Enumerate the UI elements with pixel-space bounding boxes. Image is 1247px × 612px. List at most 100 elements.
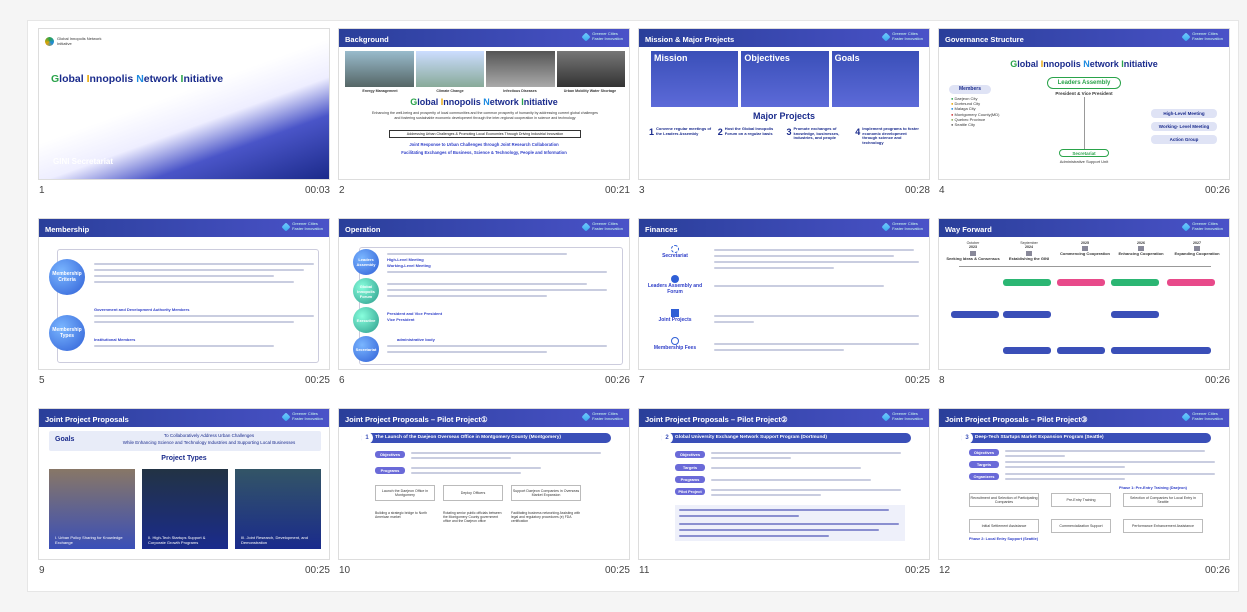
image-caption: Infectious Diseases [503, 89, 537, 93]
slide-thumbnail-8[interactable]: Way Forward Greener Cities Faster Innovat… [938, 218, 1230, 408]
types-circle: Membership Types [49, 315, 85, 351]
slide-preview[interactable]: Way Forward Greener Cities Faster Innovat… [938, 218, 1230, 370]
slide-header: Joint Project Proposals – Pilot Project①… [339, 409, 629, 427]
image-caption: Urban Mobility Water Shortage [563, 89, 617, 93]
slide-thumbnail-1[interactable]: Global Innopolis Network Initiative Glob… [38, 28, 330, 218]
gear-icon [671, 245, 679, 253]
card: III. Joint Research, Development, and De… [235, 469, 321, 549]
slide-number: 11 [639, 565, 650, 576]
admin-label: Administrative Support Unit [1059, 159, 1109, 164]
slide-thumbnail-2[interactable]: Background Greener Cities Faster Innovati… [338, 28, 630, 218]
goal-text-1: To Collaboratively Address Urban Challen… [163, 433, 255, 438]
flow-box: Launch the Daejeon Office in Montgomery [375, 485, 435, 501]
col-title: Objectives [744, 53, 790, 63]
leaders-assembly: Leaders Assembly [1047, 77, 1121, 89]
slide-thumbnail-12[interactable]: Joint Project Proposals – Pilot Project③… [938, 408, 1230, 598]
slide-thumbnail-7[interactable]: Finances Greener Cities Faster Innovation… [638, 218, 930, 408]
brand-icon: Greener Cities Faster Innovation [282, 221, 323, 231]
slide-preview[interactable]: Joint Project Proposals – Pilot Project③… [938, 408, 1230, 560]
slide-thumbnail-10[interactable]: Joint Project Proposals – Pilot Project①… [338, 408, 630, 598]
slide-thumbnail-4[interactable]: Governance Structure Greener Cities Faste… [938, 28, 1230, 218]
money-icon [671, 337, 679, 345]
slide-number: 1 [39, 185, 45, 196]
tag: Programs [375, 467, 405, 474]
image-caption: Energy Management [362, 89, 398, 93]
slide-header: Governance Structure Greener Cities Faste… [939, 29, 1229, 47]
line-1: Joint Response to Urban Challenges throu… [409, 142, 559, 147]
puzzle-icon [671, 309, 679, 317]
meeting-high: High-Level Meeting [1151, 109, 1217, 118]
slide-number: 3 [639, 185, 645, 196]
timeline: October 2023 Seeking Ideas & Consensus Sep… [946, 241, 1220, 261]
slide-thumbnail-3[interactable]: Mission & Major Projects Greener Cities F… [638, 28, 930, 218]
president-label: President & Vice President [1055, 91, 1113, 96]
finance-item: Secretariat [645, 245, 705, 259]
slide-sorter-panel: Global Innopolis Network Initiative Glob… [27, 20, 1239, 592]
slide-duration: 00:03 [304, 185, 330, 196]
slide-thumbnail-5[interactable]: Membership Greener Cities Faster Innovati… [38, 218, 330, 408]
flow-box: Deploy Officers [443, 485, 503, 501]
col-title: Goals [834, 53, 860, 63]
banner: 1 The Launch of the Daejeon Overseas Offi… [361, 432, 611, 444]
slide-preview[interactable]: Mission & Major Projects Greener Cities F… [638, 28, 930, 180]
brand-icon: Greener Cities Faster Innovation [1182, 221, 1223, 231]
slide-number: 2 [339, 185, 345, 196]
brand-icon: Greener Cities Faster Innovation [1182, 411, 1223, 421]
slide-thumbnail-9[interactable]: Joint Project Proposals Greener Cities Fa… [38, 408, 330, 598]
gini-logo-icon [45, 37, 54, 46]
brand-icon: Greener Cities Faster Innovation [882, 411, 923, 421]
action-group: Action Group [1151, 135, 1217, 144]
flow-box: Initial Settlement Assistance [969, 519, 1039, 533]
brand-icon: Greener Cities Faster Innovation [882, 31, 923, 41]
slide-number: 5 [39, 375, 45, 386]
logo-text: Global Innopolis Network Initiative [57, 36, 102, 46]
slide-duration: 00:26 [1204, 185, 1230, 196]
slide-preview[interactable]: Global Innopolis Network Initiative Glob… [38, 28, 330, 180]
gini-title: Global Innopolis Network Initiative [1010, 59, 1158, 69]
op-circle: Leaders Assembly [353, 249, 379, 275]
slide-duration: 00:21 [604, 185, 630, 196]
slide-header: Way Forward Greener Cities Faster Innovat… [939, 219, 1229, 237]
goals-label: Goals [55, 436, 75, 443]
finance-item: Membership Fees [645, 337, 705, 351]
card: II. High-Tech Startups Support & Corpora… [142, 469, 228, 549]
slide-preview[interactable]: Membership Greener Cities Faster Innovati… [38, 218, 330, 370]
slide-thumbnail-6[interactable]: Operation Greener Cities Faster Innovatio… [338, 218, 630, 408]
slide-preview[interactable]: Background Greener Cities Faster Innovati… [338, 28, 630, 180]
slide-number: 8 [939, 375, 945, 386]
finance-item: Joint Projects [645, 309, 705, 323]
slide-header: Joint Project Proposals Greener Cities Fa… [39, 409, 329, 427]
major-projects-title: Major Projects [752, 111, 816, 121]
type-gov: Government and Development Authority Mem… [94, 307, 190, 312]
slide-duration: 00:25 [304, 565, 330, 576]
slide-preview[interactable]: Finances Greener Cities Faster Innovation… [638, 218, 930, 370]
slide-preview[interactable]: Joint Project Proposals Greener Cities Fa… [38, 408, 330, 560]
slide-duration: 00:28 [904, 185, 930, 196]
flow-box: Support Daejeon Companies in Overseas Ma… [511, 485, 581, 501]
slide-preview[interactable]: Operation Greener Cities Faster Innovatio… [338, 218, 630, 370]
tag: Objectives [375, 451, 405, 458]
flow-box: Commercialization Support [1051, 519, 1111, 533]
slide-header: Joint Project Proposals – Pilot Project③… [939, 409, 1229, 427]
slide-preview[interactable]: Joint Project Proposals – Pilot Project①… [338, 408, 630, 560]
brand-icon: Greener Cities Faster Innovation [582, 31, 623, 41]
slide-header: Background Greener Cities Faster Innovati… [339, 29, 629, 47]
flow-box: Pre-Entry Training [1051, 493, 1111, 507]
image-caption: Climate Change [436, 89, 464, 93]
flow-box: Recruitment and Selection of Participati… [969, 493, 1039, 507]
slide-preview[interactable]: Joint Project Proposals – Pilot Project②… [638, 408, 930, 560]
criteria-circle: Membership Criteria [49, 259, 85, 295]
flow-box: Performance Enhancement Assistance [1123, 519, 1203, 533]
members-label: Members [949, 85, 991, 94]
secretariat-label: Secretariat [1059, 149, 1109, 157]
meeting-working: Working- Level Meeting [1151, 122, 1217, 131]
brand-icon: Greener Cities Faster Innovation [582, 411, 623, 421]
op-circle: Executive [353, 307, 379, 333]
projects-row: 1 Convene regular meetings of the Leaders… [649, 126, 919, 145]
slide-preview[interactable]: Governance Structure Greener Cities Faste… [938, 28, 1230, 180]
footer-text: GINI Secretariat [53, 157, 114, 166]
group-icon [671, 275, 679, 283]
slide-thumbnail-11[interactable]: Joint Project Proposals – Pilot Project②… [638, 408, 930, 598]
slide-number: 10 [339, 565, 351, 576]
tag: Organizers [969, 473, 999, 480]
